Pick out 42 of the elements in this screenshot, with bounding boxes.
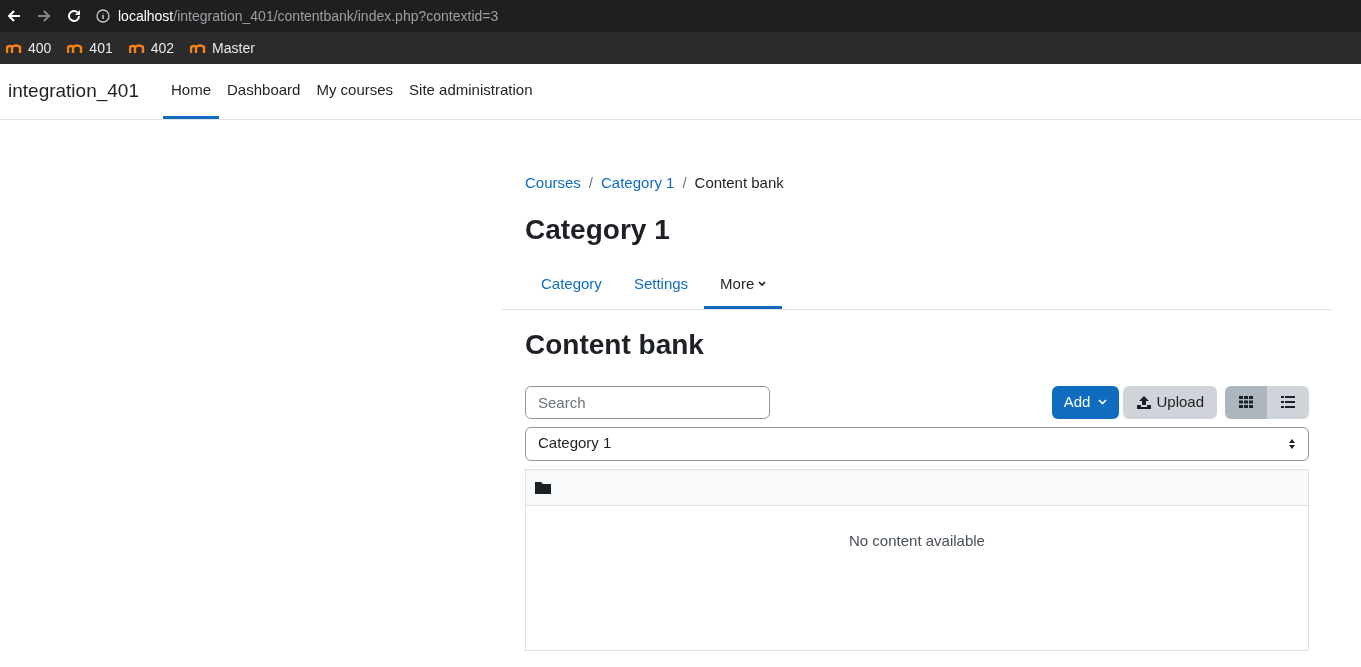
bookmark[interactable]: 401 [67,37,113,59]
list-icon [1281,396,1295,408]
tab[interactable]: More [704,262,783,309]
site-name[interactable]: integration_401 [0,64,163,119]
page-title: Category 1 [524,212,671,247]
nav-link[interactable]: Home [163,64,219,119]
context-select[interactable]: Category 1 [525,426,1309,461]
folder-icon[interactable] [535,480,551,494]
grid-icon [1239,396,1253,408]
moodle-logo-icon [67,43,84,53]
nav-link[interactable]: My courses [308,64,402,119]
search-field[interactable]: Search [525,385,770,419]
bookmark[interactable]: Master [190,37,255,59]
bookmark[interactable]: 402 [128,37,175,59]
empty-message: No content available [848,530,986,551]
bookmark[interactable]: 400 [6,37,52,59]
nav-link[interactable]: Dashboard [219,64,309,119]
upload-icon [1136,395,1153,409]
grid-view-button[interactable] [1225,385,1267,419]
breadcrumb-link[interactable]: Category 1 [601,172,675,195]
reload-icon[interactable] [66,8,82,24]
tab[interactable]: Settings [617,262,705,309]
upload-button[interactable]: Upload [1123,385,1217,419]
breadcrumb-link[interactable]: Courses [525,172,581,195]
tab[interactable]: Category [525,262,618,309]
breadcrumb-separator: / [682,173,687,193]
moodle-logo-icon [190,43,207,53]
moodle-logo-icon [6,43,22,53]
breadcrumb-separator: / [588,173,594,193]
forward-icon[interactable] [36,8,52,24]
section-title: Content bank [524,327,705,362]
caret-icon [1098,399,1108,405]
nav-link[interactable]: Site administration [401,64,541,119]
url-text: localhost/integration_401/contentbank/index.php?contextid=3 [118,6,499,26]
sort-arrows-icon [1288,437,1296,450]
current-page-text: Content bank [694,173,784,193]
caret-icon [758,281,767,287]
list-view-button[interactable] [1267,385,1309,419]
info-icon [96,9,110,23]
add-button[interactable]: Add [1051,385,1120,419]
back-icon[interactable] [6,8,22,24]
moodle-logo-icon [128,43,145,53]
